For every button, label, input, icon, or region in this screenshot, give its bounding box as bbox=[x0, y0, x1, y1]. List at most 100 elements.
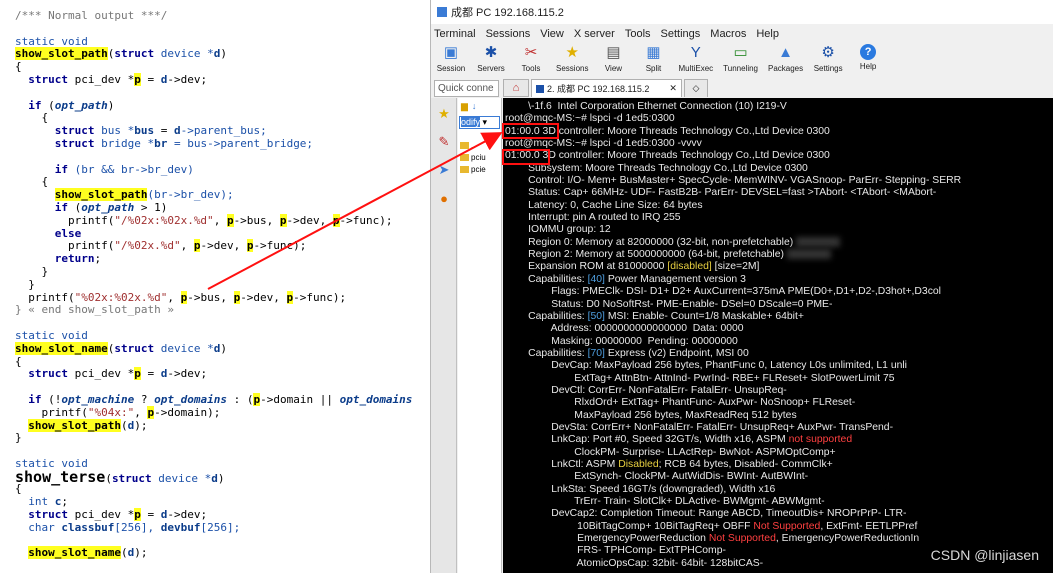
terminal-token bbox=[786, 249, 831, 260]
terminal-line: Masking: 00000000 Pending: 00000000 bbox=[505, 336, 1053, 348]
folder-icon[interactable]: ▆ bbox=[461, 101, 468, 112]
code-token: ->func); bbox=[253, 239, 307, 253]
terminal-line: EmergencyPowerReduction Not Supported, E… bbox=[505, 533, 1053, 545]
file-path-select[interactable]: odify ▾ bbox=[459, 116, 500, 129]
toolbar-button-settings[interactable]: ⚙ Settings bbox=[813, 42, 843, 73]
sftp-icon[interactable]: ● bbox=[433, 186, 455, 210]
tools-side-icon[interactable]: ✎ bbox=[433, 130, 455, 154]
file-name: .. bbox=[471, 140, 476, 150]
code-token: printf( bbox=[15, 405, 88, 419]
code-token: ->dev; bbox=[167, 367, 208, 381]
code-token: ); bbox=[134, 546, 148, 560]
toolbar-button-session[interactable]: ▣ Session bbox=[436, 42, 466, 73]
home-tab[interactable]: ⌂ bbox=[503, 79, 529, 97]
terminal-token: not supported bbox=[788, 434, 853, 446]
annotation-box-first bbox=[502, 123, 559, 139]
toolbar-label: Packages bbox=[768, 64, 804, 73]
code-line: show_slot_path(d); bbox=[15, 418, 430, 433]
toolbar-button-tunneling[interactable]: ▭ Tunneling bbox=[723, 42, 758, 73]
menu-item-terminal[interactable]: Terminal bbox=[434, 28, 476, 40]
terminal-token: Capabilities: bbox=[505, 273, 588, 285]
toolbar-button-packages[interactable]: ▲ Packages bbox=[768, 42, 803, 73]
file-list-item[interactable]: pcie bbox=[460, 163, 501, 175]
code-line: return; bbox=[15, 252, 430, 266]
file-list-item[interactable]: .. bbox=[460, 139, 501, 151]
code-token: printf( bbox=[15, 239, 115, 253]
terminal-line: DevSta: CorrErr+ NonFatalErr- FatalErr- … bbox=[505, 422, 1053, 434]
toolbar-button-help[interactable]: ? Help bbox=[853, 42, 883, 71]
code-token: struct bbox=[111, 471, 152, 485]
menu-item-help[interactable]: Help bbox=[756, 28, 779, 40]
code-token: p bbox=[134, 367, 141, 381]
code-token: { bbox=[15, 60, 22, 74]
terminal-line: LnkCtl: ASPM Disabled; RCB 64 bytes, Dis… bbox=[505, 459, 1053, 471]
menu-item-settings[interactable]: Settings bbox=[661, 28, 701, 40]
code-line: show_slot_name(d); bbox=[15, 546, 430, 560]
toolbar-button-tools[interactable]: ✂ Tools bbox=[516, 42, 546, 73]
toolbar-button-servers[interactable]: ✱ Servers bbox=[476, 42, 506, 73]
code-token: = bus->parent_bridge; bbox=[167, 136, 314, 150]
code-token: pci_dev * bbox=[68, 508, 135, 522]
toolbar-button-view[interactable]: ▤ View bbox=[598, 42, 628, 73]
servers-icon: ✱ bbox=[484, 44, 498, 61]
terminal-token: [size=2M] bbox=[711, 261, 760, 273]
code-token: devbuf bbox=[160, 520, 201, 534]
terminal-line: MaxPayload 256 bytes, MaxReadReq 512 byt… bbox=[505, 410, 1053, 422]
menu-item-sessions[interactable]: Sessions bbox=[486, 28, 531, 40]
file-list-item[interactable]: pciu bbox=[460, 151, 501, 163]
code-token: (br && br->br_dev) bbox=[68, 162, 194, 176]
terminal-token: DevSta: CorrErr+ NonFatalErr- FatalErr- … bbox=[505, 421, 894, 433]
folder-icon bbox=[460, 153, 469, 161]
code-token: ->domain); bbox=[154, 405, 221, 419]
code-token: ->bus, bbox=[187, 290, 234, 304]
code-token: ->dev, bbox=[240, 290, 287, 304]
menu-item-x-server[interactable]: X server bbox=[574, 28, 615, 40]
code-token: "/%02x:%02x.%d" bbox=[114, 213, 214, 227]
close-icon[interactable]: ✕ bbox=[669, 83, 677, 94]
watermark: CSDN @linjiasen bbox=[930, 547, 1039, 563]
star-icon[interactable]: ★ bbox=[433, 102, 455, 126]
terminal-token: [40] bbox=[587, 273, 605, 285]
terminal-line: LnkCap: Port #0, Speed 32GT/s, Width x16… bbox=[505, 434, 1053, 446]
code-line: struct bridge *br = bus->parent_bridge; bbox=[15, 136, 430, 151]
toolbar-button-sessions[interactable]: ★ Sessions bbox=[556, 42, 588, 73]
terminal-token: ClockPM- Surprise- LLActRep- BwNot- ASPM… bbox=[505, 446, 836, 458]
quick-connect-input[interactable]: Quick conne bbox=[434, 80, 499, 97]
code-token: ) bbox=[220, 341, 227, 355]
code-token: ( bbox=[120, 546, 128, 560]
code-token: printf( bbox=[15, 290, 75, 304]
menu-item-tools[interactable]: Tools bbox=[625, 28, 651, 40]
terminal-output[interactable]: \-1f.6 Intel Corporation Ethernet Connec… bbox=[503, 98, 1053, 573]
menu-item-macros[interactable]: Macros bbox=[710, 28, 746, 40]
download-icon[interactable]: ↓ bbox=[472, 101, 477, 111]
terminal-token: Status: Cap+ 66MHz- UDF- FastB2B- ParErr… bbox=[505, 187, 937, 199]
code-token: ->dev, bbox=[286, 213, 333, 227]
send-icon[interactable]: ➤ bbox=[433, 158, 455, 182]
new-tab-button[interactable]: ◇ bbox=[683, 79, 708, 97]
terminal-line: Latency: 0, Cache Line Size: 64 bytes bbox=[505, 200, 1053, 212]
terminal-line: Subsystem: Moore Threads Technology Co.,… bbox=[505, 163, 1053, 175]
view-icon: ▤ bbox=[606, 44, 621, 61]
code-token: ( bbox=[120, 418, 128, 432]
terminal-token: Expansion ROM at 81000000 bbox=[505, 261, 668, 273]
code-token: } bbox=[15, 431, 22, 445]
terminal-tab-icon bbox=[536, 84, 544, 93]
terminal-token: DevCtl: CorrErr- NonFatalErr- FatalErr- … bbox=[505, 384, 787, 396]
toolbar-button-multiexec[interactable]: Y MultiExec bbox=[678, 42, 713, 73]
terminal-token: ExtSynch- ClockPM- AutWidDis- BWInt- Aut… bbox=[505, 471, 809, 483]
toolbar-button-split[interactable]: ▦ Split bbox=[638, 42, 668, 73]
menu-item-view[interactable]: View bbox=[540, 28, 564, 40]
terminal-line: 01:00.0 3D controller: Moore Threads Tec… bbox=[505, 150, 1053, 162]
code-token: ( bbox=[105, 471, 112, 485]
code-token: struct bbox=[114, 47, 155, 61]
code-token: p bbox=[332, 213, 340, 227]
code-token: ); bbox=[134, 418, 148, 432]
terminal-line: Control: I/O- Mem+ BusMaster+ SpecCycle-… bbox=[505, 175, 1053, 187]
code-token: struct bbox=[54, 136, 95, 150]
tab-session[interactable]: 2. 成都 PC 192.168.115.2 ✕ bbox=[531, 79, 682, 97]
